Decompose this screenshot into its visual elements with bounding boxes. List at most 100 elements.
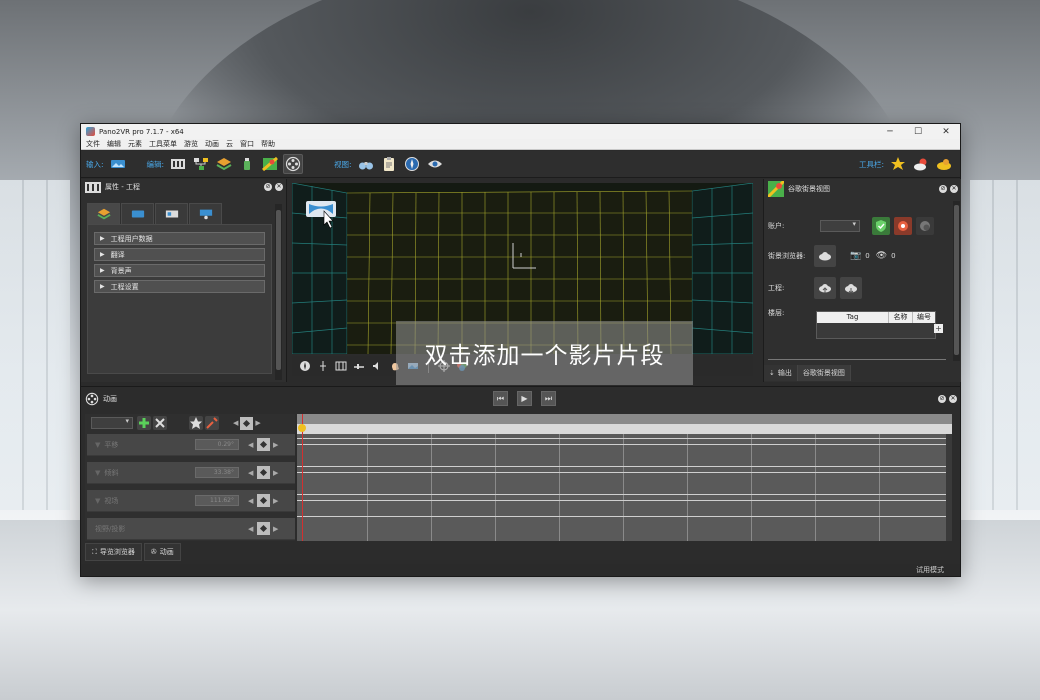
clip-select[interactable] (91, 417, 133, 429)
google-map-button[interactable] (260, 154, 280, 174)
section-project-user-data[interactable]: ▶ 工程用户数据 (94, 232, 265, 245)
input-panorama-button[interactable] (108, 154, 128, 174)
grid-button[interactable] (332, 359, 349, 373)
next-keyframe-icon[interactable]: ▶ (273, 525, 278, 533)
track-tilt[interactable]: ▼ 倾斜 33.38° ◀ ▶ (87, 462, 295, 484)
tilt-value[interactable]: 33.38° (195, 467, 239, 478)
collapse-arrow-icon[interactable]: ▼ (95, 497, 100, 505)
patch-button[interactable] (237, 154, 257, 174)
section-translation[interactable]: ▶ 翻译 (94, 248, 265, 261)
tour-browser-button[interactable] (191, 154, 211, 174)
logout-button[interactable] (894, 217, 912, 235)
panel-float-button[interactable]: ⊘ (939, 185, 947, 193)
pan-value[interactable]: 0.29° (195, 439, 239, 450)
minimize-button[interactable]: ─ (876, 127, 904, 137)
upload-button[interactable] (814, 277, 836, 299)
tab-user-data[interactable] (189, 203, 222, 224)
menu-window[interactable]: 窗口 (240, 139, 254, 149)
google-panel-scrollbar[interactable] (953, 201, 960, 361)
prev-keyframe-icon[interactable]: ◀ (233, 419, 238, 427)
close-button[interactable]: ✕ (932, 127, 960, 137)
next-keyframe-icon[interactable]: ▶ (273, 497, 278, 505)
tab-output[interactable]: ⇣ 输出 (764, 365, 798, 381)
sound-button[interactable] (368, 359, 385, 373)
tools-button[interactable] (205, 416, 219, 430)
skip-back-button[interactable]: ⏮ (493, 391, 508, 406)
add-floor-button[interactable]: + (934, 324, 943, 333)
add-clip-button[interactable] (137, 416, 151, 430)
floor-table[interactable]: Tag 名称 编号 + (816, 311, 943, 339)
line-tool-button[interactable] (350, 359, 367, 373)
panel-float-button[interactable]: ⊘ (264, 183, 272, 191)
column-tag[interactable]: Tag (817, 312, 889, 323)
scrollbar-thumb[interactable] (954, 205, 959, 355)
account-select[interactable] (820, 220, 860, 232)
viewer-button[interactable] (356, 154, 376, 174)
panel-float-button[interactable]: ⊘ (938, 395, 946, 403)
tab-animation[interactable]: ✇ 动画 (143, 543, 181, 561)
output-button[interactable] (934, 154, 954, 174)
prev-keyframe-icon[interactable]: ◀ (248, 441, 253, 449)
menu-tools[interactable]: 工具菜单 (149, 139, 177, 149)
animation-button[interactable] (283, 154, 304, 174)
playhead[interactable] (302, 414, 303, 541)
properties-scrollbar[interactable] (275, 204, 282, 380)
menu-help[interactable]: 帮助 (261, 139, 275, 149)
tab-google-street-view[interactable]: 谷歌街景视图 (797, 365, 851, 381)
level-button[interactable] (314, 359, 331, 373)
cloud-button[interactable] (911, 154, 931, 174)
keyframe-button[interactable] (240, 416, 254, 430)
menu-elements[interactable]: 元素 (128, 139, 142, 149)
menu-animation[interactable]: 动画 (205, 139, 219, 149)
animation-timeline[interactable] (297, 414, 952, 541)
properties-button[interactable] (168, 154, 188, 174)
menu-tour[interactable]: 游览 (184, 139, 198, 149)
prev-keyframe-icon[interactable]: ◀ (248, 497, 253, 505)
panel-close-button[interactable]: ✕ (275, 183, 283, 191)
column-number[interactable]: 编号 (913, 312, 935, 323)
keyframe-button[interactable] (257, 522, 270, 535)
layers-button[interactable] (214, 154, 234, 174)
panel-close-button[interactable]: ✕ (950, 185, 958, 193)
collapse-arrow-icon[interactable]: ▼ (95, 441, 100, 449)
download-button[interactable] (840, 277, 862, 299)
keyframe-button[interactable] (257, 494, 270, 507)
favorite-button[interactable] (189, 416, 203, 430)
play-button[interactable]: ▶ (517, 391, 532, 406)
login-button[interactable] (872, 217, 890, 235)
skip-forward-button[interactable]: ⏭ (541, 391, 556, 406)
next-keyframe-icon[interactable]: ▶ (273, 469, 278, 477)
fov-value[interactable]: 111.62° (195, 495, 239, 506)
section-project-settings[interactable]: ▶ 工程设置 (94, 280, 265, 293)
compass-view-button[interactable] (402, 154, 422, 174)
collapse-arrow-icon[interactable]: ▼ (95, 469, 100, 477)
prev-keyframe-icon[interactable]: ◀ (248, 525, 253, 533)
timeline-scrollbar[interactable] (946, 434, 952, 541)
menu-edit[interactable]: 编辑 (107, 139, 121, 149)
scrollbar-thumb[interactable] (276, 210, 281, 370)
street-view-browser-button[interactable] (814, 245, 836, 267)
tab-panorama[interactable] (121, 203, 154, 224)
next-keyframe-icon[interactable]: ▶ (255, 419, 260, 427)
panel-close-button[interactable]: ✕ (949, 395, 957, 403)
timeline-ruler[interactable] (297, 414, 952, 424)
prev-keyframe-icon[interactable]: ◀ (248, 469, 253, 477)
compass-button[interactable] (296, 359, 313, 373)
keyframe-button[interactable] (257, 438, 270, 451)
column-name[interactable]: 名称 (889, 312, 913, 323)
delete-clip-button[interactable] (153, 416, 167, 430)
menu-cloud[interactable]: 云 (226, 139, 233, 149)
refresh-button[interactable] (916, 217, 934, 235)
tab-tour-browser[interactable]: ⛶ 导览浏览器 (85, 543, 142, 561)
track-fov[interactable]: ▼ 视场 111.62° ◀ ▶ (87, 490, 295, 512)
notes-button[interactable] (379, 154, 399, 174)
track-projection[interactable]: 视野/投影 ◀ ▶ (87, 518, 295, 540)
keyframe-button[interactable] (257, 466, 270, 479)
timeline-time-ruler[interactable] (297, 424, 952, 434)
wizard-button[interactable] (888, 154, 908, 174)
section-background-sound[interactable]: ▶ 背景声 (94, 264, 265, 277)
next-keyframe-icon[interactable]: ▶ (273, 441, 278, 449)
maximize-button[interactable]: ☐ (904, 127, 932, 137)
tab-viewing[interactable] (155, 203, 188, 224)
playhead-marker[interactable] (298, 424, 306, 432)
